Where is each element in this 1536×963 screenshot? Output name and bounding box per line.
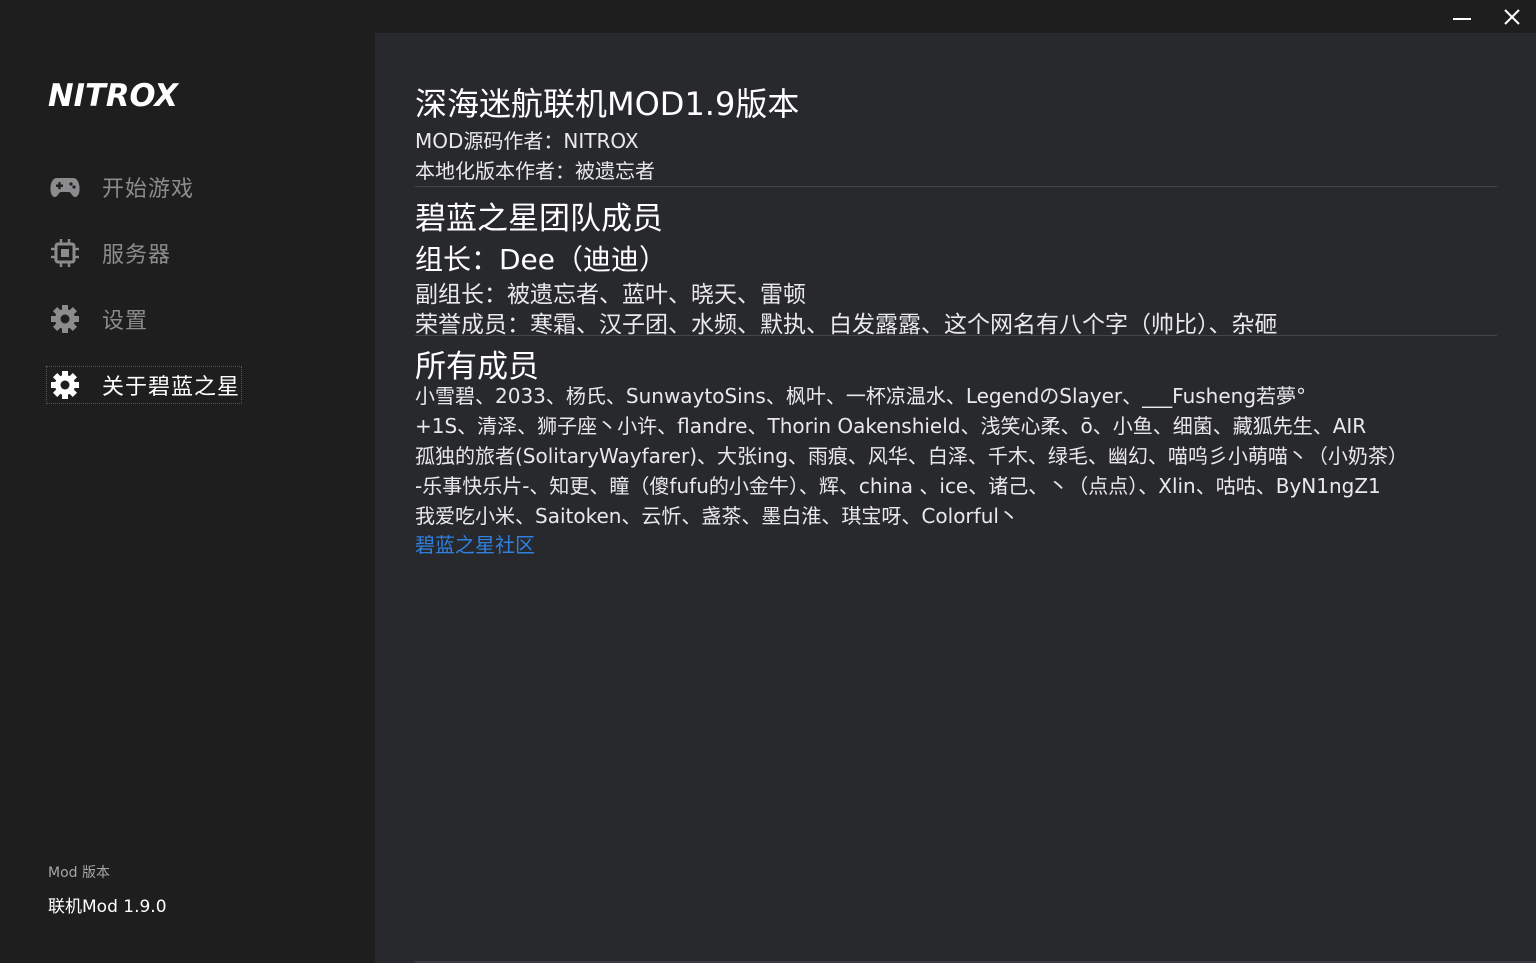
nav-label-about: 关于碧蓝之星 [102, 375, 241, 400]
page-title: 深海迷航联机MOD1.9版本 [415, 85, 800, 123]
source-author: MOD源码作者：NITROX [415, 129, 639, 153]
nav-label-settings: 设置 [102, 309, 149, 334]
nav-label-servers: 服务器 [102, 243, 172, 268]
gear-icon [48, 302, 82, 336]
nav-item-about[interactable]: 关于碧蓝之星 [45, 366, 243, 404]
close-icon [1504, 8, 1520, 25]
close-button[interactable] [1490, 0, 1534, 33]
divider [415, 186, 1497, 187]
minimize-button[interactable] [1440, 0, 1484, 33]
nav-item-settings[interactable]: 设置 [48, 302, 148, 336]
members-line: 我爱吃小米、Saitoken、云忻、盏茶、墨白淮、琪宝呀、Colorful丶 [415, 504, 1019, 528]
title-bar [375, 0, 1536, 33]
mod-version-value: 联机Mod 1.9.0 [48, 897, 167, 917]
localization-author: 本地化版本作者：被遗忘者 [415, 159, 655, 183]
logo-text: NITROX [48, 78, 180, 110]
team-leader: 组长：Dee（迪迪） [415, 243, 668, 276]
chip-icon [48, 236, 82, 270]
gamepad-icon [48, 170, 82, 204]
mod-version-caption: Mod 版本 [48, 865, 110, 881]
minimize-icon [1453, 17, 1471, 20]
members-line: 孤独的旅者(SolitaryWayfarer)、大张ing、雨痕、风华、白泽、千… [415, 444, 1408, 468]
honor-members: 荣誉成员：寒霜、汉子团、水频、默执、白发露露、这个网名有八个字（帅比）、杂砸 [415, 312, 1278, 338]
vice-leaders: 副组长：被遗忘者、蓝叶、晓天、雷顿 [415, 282, 806, 308]
nav-label-start-game: 开始游戏 [102, 177, 195, 202]
main-panel: 深海迷航联机MOD1.9版本 MOD源码作者：NITROX 本地化版本作者：被遗… [375, 33, 1536, 963]
nitrox-logo: NITROX [48, 76, 180, 114]
community-link[interactable]: 碧蓝之星社区 [415, 529, 535, 558]
team-heading: 碧蓝之星团队成员 [415, 201, 663, 237]
gear-icon [48, 368, 82, 402]
members-line: 小雪碧、2033、杨氏、SunwaytoSins、枫叶、一杯凉温水、Legend… [415, 384, 1307, 408]
divider [415, 335, 1497, 336]
members-line: +1S、清泽、狮子座丶小许、flandre、Thorin Oakenshield… [415, 414, 1367, 438]
members-line: -乐事快乐片-、知更、瞳（傻fufu的小金牛）、辉、china 、ice、诸己、… [415, 474, 1381, 498]
nav-item-start-game[interactable]: 开始游戏 [48, 170, 194, 204]
sidebar: NITROX 开始游戏 服务器 设置 关于碧蓝之星 Mod 版本 联机Mod 1… [0, 0, 375, 963]
nav-item-servers[interactable]: 服务器 [48, 236, 171, 270]
